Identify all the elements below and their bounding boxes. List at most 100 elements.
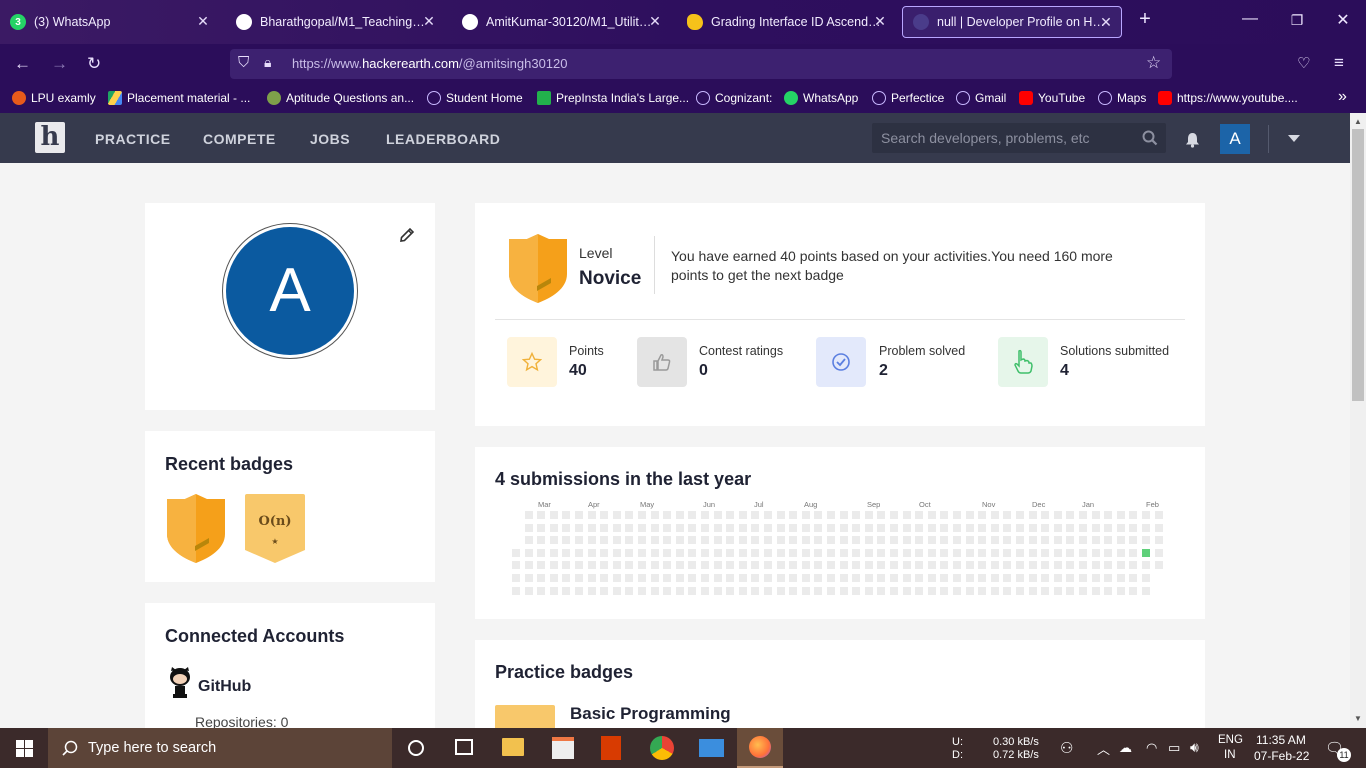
github-label[interactable]: GitHub bbox=[198, 678, 251, 696]
contribution-cell[interactable] bbox=[890, 586, 898, 595]
bookmark-item[interactable]: Student Home bbox=[427, 91, 523, 105]
bookmark-item[interactable]: Aptitude Questions an... bbox=[267, 91, 414, 105]
contribution-cell[interactable] bbox=[776, 586, 785, 595]
contribution-cell[interactable] bbox=[1142, 523, 1150, 532]
contribution-cell[interactable] bbox=[575, 561, 583, 570]
contribution-cell[interactable] bbox=[738, 523, 747, 532]
contribution-cell[interactable] bbox=[524, 523, 533, 532]
contribution-cell[interactable] bbox=[537, 536, 546, 545]
contribution-cell[interactable] bbox=[839, 523, 848, 532]
contribution-cell[interactable] bbox=[600, 574, 609, 582]
cortana-icon[interactable] bbox=[408, 740, 424, 756]
contribution-cell[interactable] bbox=[549, 574, 558, 582]
contribution-cell[interactable] bbox=[978, 586, 987, 595]
contribution-cell[interactable] bbox=[688, 523, 697, 532]
contribution-cell[interactable] bbox=[1066, 548, 1075, 557]
contribution-cell[interactable] bbox=[1129, 523, 1138, 532]
contribution-cell[interactable] bbox=[701, 548, 709, 557]
contribution-cell[interactable] bbox=[1003, 574, 1012, 582]
contribution-cell[interactable] bbox=[675, 561, 684, 570]
contribution-cell[interactable] bbox=[827, 574, 835, 582]
contribution-cell[interactable] bbox=[1053, 511, 1062, 519]
contribution-cell[interactable] bbox=[612, 561, 621, 570]
contribution-cell[interactable] bbox=[650, 536, 659, 545]
contribution-cell[interactable] bbox=[764, 536, 772, 545]
contribution-cell[interactable] bbox=[1091, 511, 1100, 519]
contribution-cell[interactable] bbox=[663, 574, 672, 582]
contribution-cell[interactable] bbox=[1053, 586, 1062, 595]
contribution-cell[interactable] bbox=[801, 574, 810, 582]
contribution-cell[interactable] bbox=[864, 523, 873, 532]
contribution-cell[interactable] bbox=[852, 548, 861, 557]
contribution-cell[interactable] bbox=[776, 574, 785, 582]
wifi-icon[interactable]: ◠ bbox=[1146, 740, 1157, 756]
contribution-cell[interactable] bbox=[1116, 536, 1125, 545]
search-icon[interactable] bbox=[1142, 130, 1158, 146]
contribution-cell[interactable] bbox=[953, 561, 961, 570]
contribution-cell[interactable] bbox=[839, 586, 848, 595]
contribution-cell[interactable] bbox=[625, 586, 634, 595]
contribution-cell[interactable] bbox=[675, 586, 684, 595]
contribution-cell[interactable] bbox=[978, 523, 987, 532]
contribution-cell[interactable] bbox=[927, 561, 936, 570]
contribution-cell[interactable] bbox=[902, 511, 911, 519]
contribution-cell[interactable] bbox=[801, 511, 810, 519]
shield-icon[interactable]: ⛉ bbox=[238, 54, 249, 71]
contribution-cell[interactable] bbox=[1142, 574, 1150, 582]
contribution-cell[interactable] bbox=[562, 586, 571, 595]
contribution-cell[interactable] bbox=[801, 548, 810, 557]
contribution-cell[interactable] bbox=[940, 548, 949, 557]
contribution-cell[interactable] bbox=[638, 523, 646, 532]
contribution-cell[interactable] bbox=[1028, 586, 1037, 595]
contribution-cell[interactable] bbox=[751, 561, 760, 570]
contribution-cell[interactable] bbox=[549, 586, 558, 595]
contribution-cell[interactable] bbox=[827, 511, 835, 519]
contribution-cell[interactable] bbox=[650, 561, 659, 570]
contribution-cell[interactable] bbox=[1053, 574, 1062, 582]
people-icon[interactable]: ⚇ bbox=[1060, 739, 1073, 757]
contribution-cell[interactable] bbox=[1016, 574, 1024, 582]
contribution-cell[interactable] bbox=[587, 586, 596, 595]
contribution-cell[interactable] bbox=[537, 574, 546, 582]
contribution-cell[interactable] bbox=[1079, 536, 1087, 545]
contribution-cell[interactable] bbox=[575, 548, 583, 557]
contribution-cell[interactable] bbox=[738, 536, 747, 545]
contribution-cell[interactable] bbox=[789, 574, 798, 582]
bell-icon[interactable] bbox=[1185, 132, 1200, 148]
contribution-cell[interactable] bbox=[587, 548, 596, 557]
volume-icon[interactable]: 🔊︎ bbox=[1190, 739, 1199, 756]
contribution-cell[interactable] bbox=[1129, 586, 1138, 595]
office-icon[interactable] bbox=[601, 736, 621, 760]
contribution-cell[interactable] bbox=[650, 586, 659, 595]
contribution-cell[interactable] bbox=[688, 574, 697, 582]
contribution-cell[interactable] bbox=[839, 536, 848, 545]
contribution-cell[interactable] bbox=[663, 523, 672, 532]
bookmark-item[interactable]: LPU examly bbox=[12, 91, 96, 105]
contribution-cell[interactable] bbox=[1142, 548, 1150, 557]
contribution-cell[interactable] bbox=[738, 511, 747, 519]
contribution-cell[interactable] bbox=[1066, 561, 1075, 570]
contribution-cell[interactable] bbox=[713, 536, 722, 545]
bookmark-item[interactable]: Placement material - ... bbox=[108, 91, 250, 105]
contribution-cell[interactable] bbox=[915, 574, 924, 582]
bookmark-item[interactable]: https://www.youtube.... bbox=[1158, 91, 1298, 105]
contribution-cell[interactable] bbox=[713, 523, 722, 532]
contribution-cell[interactable] bbox=[1003, 586, 1012, 595]
hackerearth-logo[interactable]: h bbox=[35, 122, 65, 153]
contribution-cell[interactable] bbox=[549, 561, 558, 570]
page-scrollbar[interactable]: ▲ ▼ bbox=[1350, 113, 1366, 728]
restore-icon[interactable]: ❐ bbox=[1285, 12, 1309, 29]
contribution-cell[interactable] bbox=[675, 523, 684, 532]
contribution-cell[interactable] bbox=[663, 511, 672, 519]
contribution-cell[interactable] bbox=[1028, 511, 1037, 519]
contribution-cell[interactable] bbox=[801, 586, 810, 595]
contribution-cell[interactable] bbox=[1104, 574, 1113, 582]
contribution-cell[interactable] bbox=[789, 548, 798, 557]
contribution-cell[interactable] bbox=[839, 574, 848, 582]
contribution-cell[interactable] bbox=[675, 548, 684, 557]
contribution-cell[interactable] bbox=[1041, 511, 1050, 519]
contribution-cell[interactable] bbox=[890, 536, 898, 545]
contribution-cell[interactable] bbox=[839, 511, 848, 519]
contribution-cell[interactable] bbox=[953, 586, 961, 595]
contribution-cell[interactable] bbox=[965, 511, 974, 519]
